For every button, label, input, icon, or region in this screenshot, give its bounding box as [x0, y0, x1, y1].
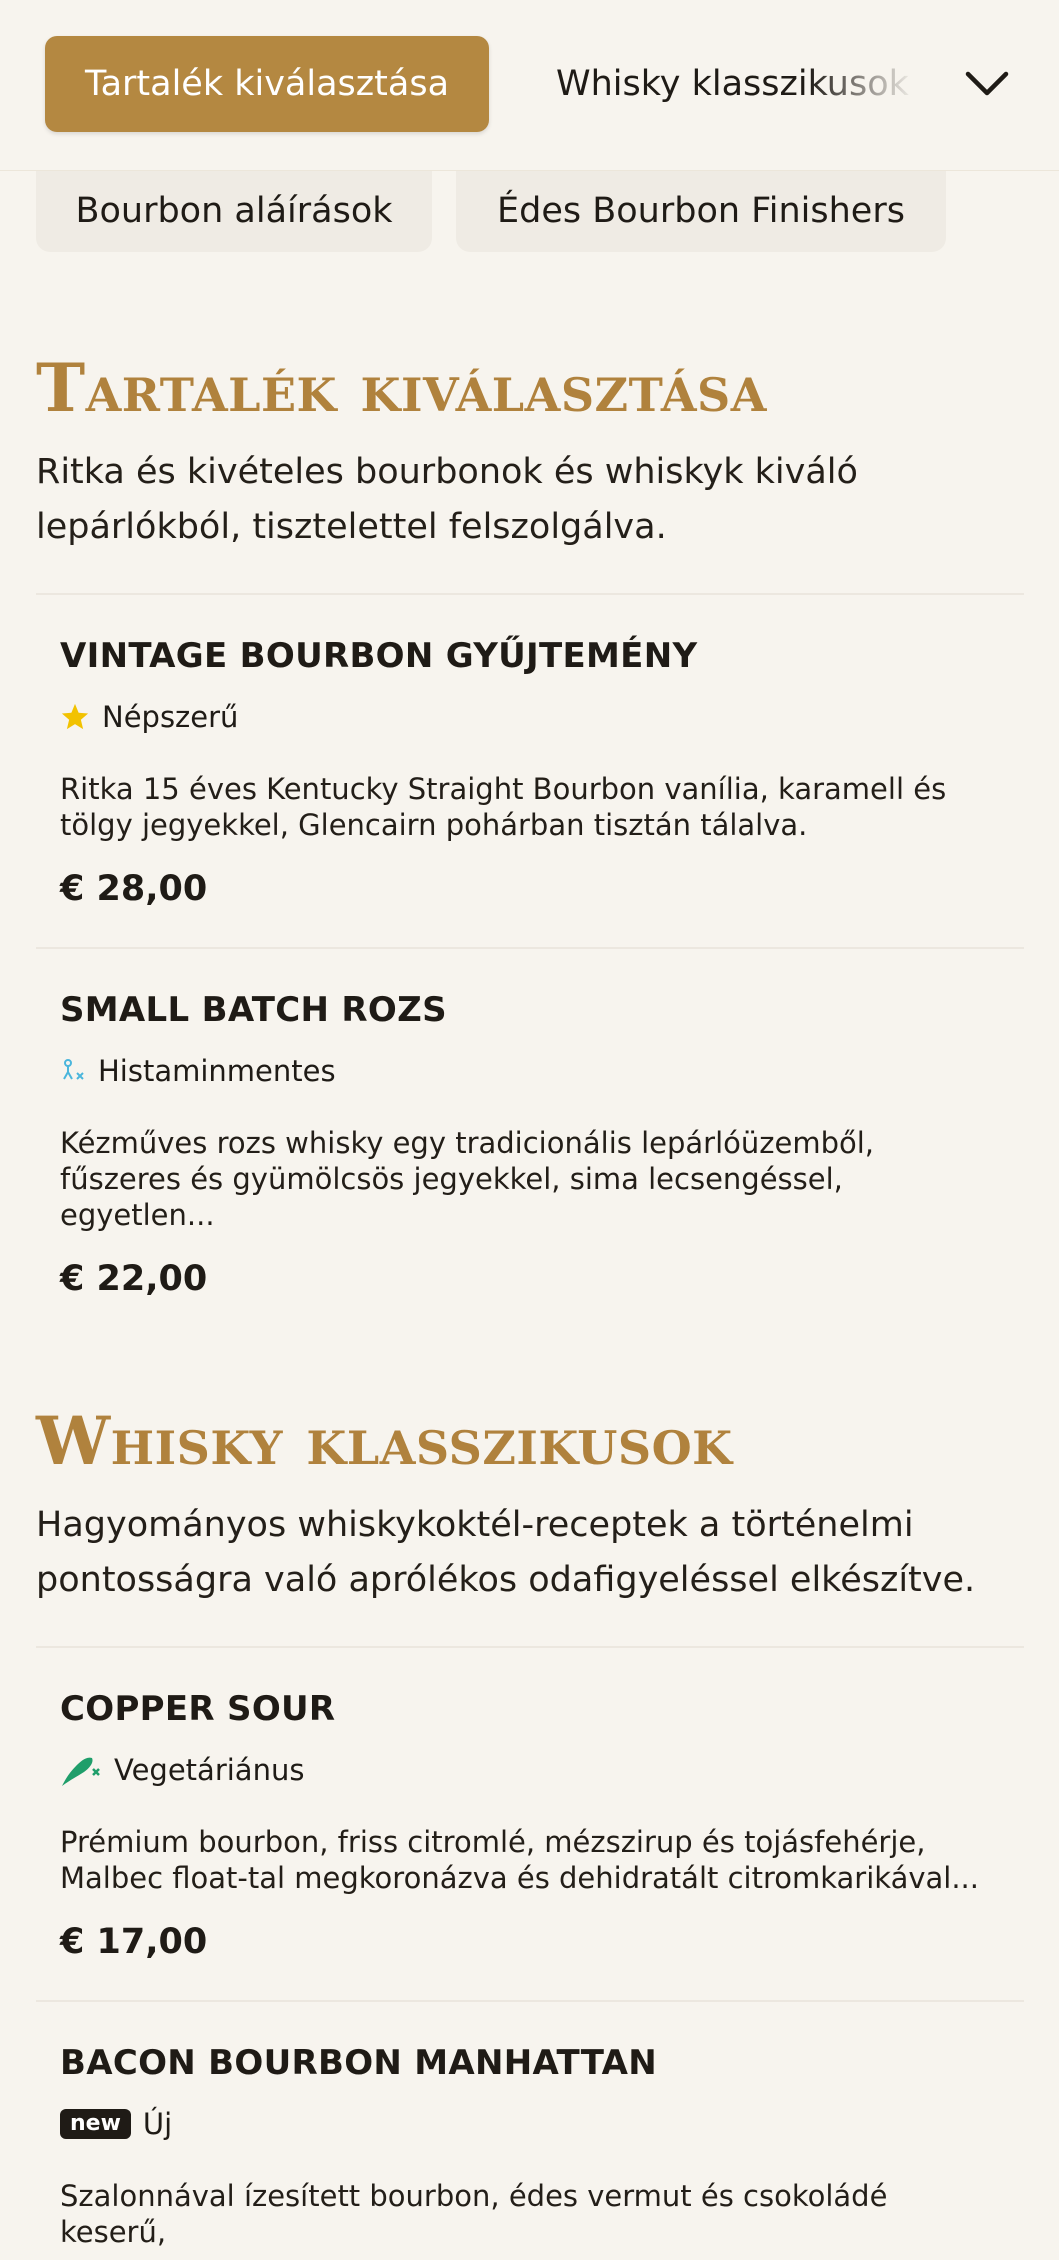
menu-item[interactable]: SMALL BATCH ROZS Histaminmentes Kézműves… [36, 946, 1024, 1301]
section-whisky-classics: Whisky klasszikusok Hagyományos whiskyko… [36, 1405, 1024, 2260]
item-badge: Népszerű [60, 697, 1000, 737]
menu-item[interactable]: BACON BOURBON MANHATTAN new Új Szalonnáv… [36, 1999, 1024, 2260]
item-price: € 28,00 [60, 868, 208, 909]
item-price: € 17,00 [60, 1921, 208, 1962]
item-description: Szalonnával ízesített bourbon, édes verm… [60, 2178, 888, 2249]
histamine-free-icon [60, 1057, 86, 1085]
badge-label: Népszerű [102, 699, 239, 734]
item-badge: Histaminmentes [60, 1051, 1000, 1091]
new-pill: new [60, 2108, 131, 2139]
item-name: SMALL BATCH ROZS [60, 989, 447, 1030]
badge-label: Vegetáriánus [114, 1752, 305, 1787]
vegetarian-icon [60, 1752, 102, 1788]
section-description: Hagyományos whiskykoktél-receptek a tört… [36, 1504, 976, 1600]
item-name: BACON BOURBON MANHATTAN [60, 2042, 658, 2083]
item-description: Ritka 15 éves Kentucky Straight Bourbon … [60, 771, 947, 842]
badge-label: Új [142, 2106, 173, 2141]
category-tab-bar: Tartalék kiválasztása Whisky klasszikuso… [0, 0, 1059, 171]
section-title: Whisky klasszikusok [36, 1402, 733, 1480]
new-pill-icon: new [60, 2108, 131, 2139]
section-description: Ritka és kivételes bourbonok és whiskyk … [36, 451, 858, 547]
item-name: VINTAGE BOURBON GYŰJTEMÉNY [60, 635, 698, 676]
item-description: Kézműves rozs whisky egy tradicionális l… [60, 1125, 874, 1232]
chevron-down-icon[interactable] [960, 60, 1014, 108]
section-title: Tartalék kiválasztása [36, 349, 767, 427]
tab-whisky-classics[interactable]: Whisky klasszikusok [556, 56, 916, 112]
menu-item[interactable]: VINTAGE BOURBON GYŰJTEMÉNY Népszerű Ritk… [36, 592, 1024, 947]
item-badge: new Új [60, 2104, 1000, 2144]
item-description: Prémium bourbon, friss citromlé, mézszir… [60, 1824, 979, 1895]
item-price: € 22,00 [60, 1258, 208, 1299]
menu-item[interactable]: COPPER SOUR Vegetáriánus Prémium bourbon… [36, 1645, 1024, 2000]
item-name: COPPER SOUR [60, 1688, 336, 1729]
section-reserve-selection: Tartalék kiválasztása Ritka és kivételes… [36, 352, 1024, 1301]
tab-reserve-selection[interactable]: Tartalék kiválasztása [45, 36, 489, 132]
star-icon [60, 702, 90, 732]
item-badge: Vegetáriánus [60, 1750, 1000, 1790]
badge-label: Histaminmentes [98, 1053, 336, 1088]
